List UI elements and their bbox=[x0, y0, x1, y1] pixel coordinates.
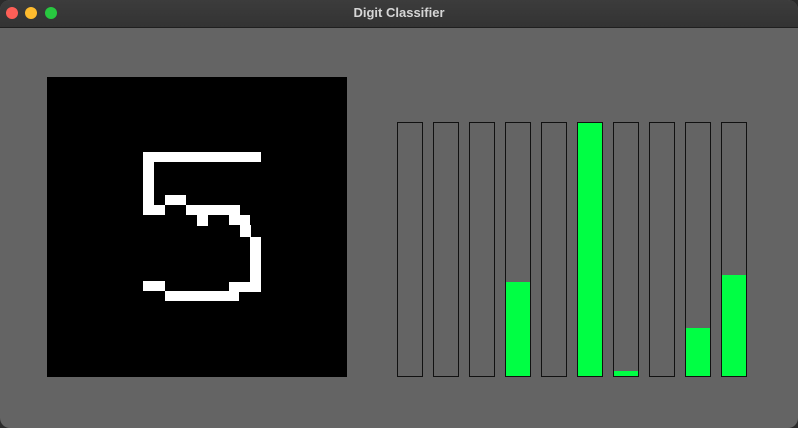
probability-bar-1 bbox=[433, 122, 459, 377]
probability-bar-6 bbox=[613, 122, 639, 377]
probability-bar-8 bbox=[685, 122, 711, 377]
probability-bar-2 bbox=[469, 122, 495, 377]
probability-bar-7 bbox=[649, 122, 675, 377]
probability-fill-8 bbox=[686, 328, 710, 376]
title-bar: Digit Classifier bbox=[0, 0, 798, 28]
probability-fill-6 bbox=[614, 371, 638, 376]
probability-fill-3 bbox=[506, 282, 530, 376]
probability-bar-5 bbox=[577, 122, 603, 377]
app-window: Digit Classifier bbox=[0, 0, 798, 428]
probability-bar-4 bbox=[541, 122, 567, 377]
window-title: Digit Classifier bbox=[353, 5, 445, 20]
probability-fill-5 bbox=[578, 123, 602, 376]
digit-drawing bbox=[143, 152, 261, 301]
probability-bar-0 bbox=[397, 122, 423, 377]
probability-fill-9 bbox=[722, 275, 746, 376]
probability-bar-3 bbox=[505, 122, 531, 377]
digit-strokes bbox=[143, 152, 261, 301]
probability-bar-9 bbox=[721, 122, 747, 377]
class-probability-bars bbox=[397, 122, 749, 377]
drawing-canvas[interactable] bbox=[47, 77, 347, 377]
